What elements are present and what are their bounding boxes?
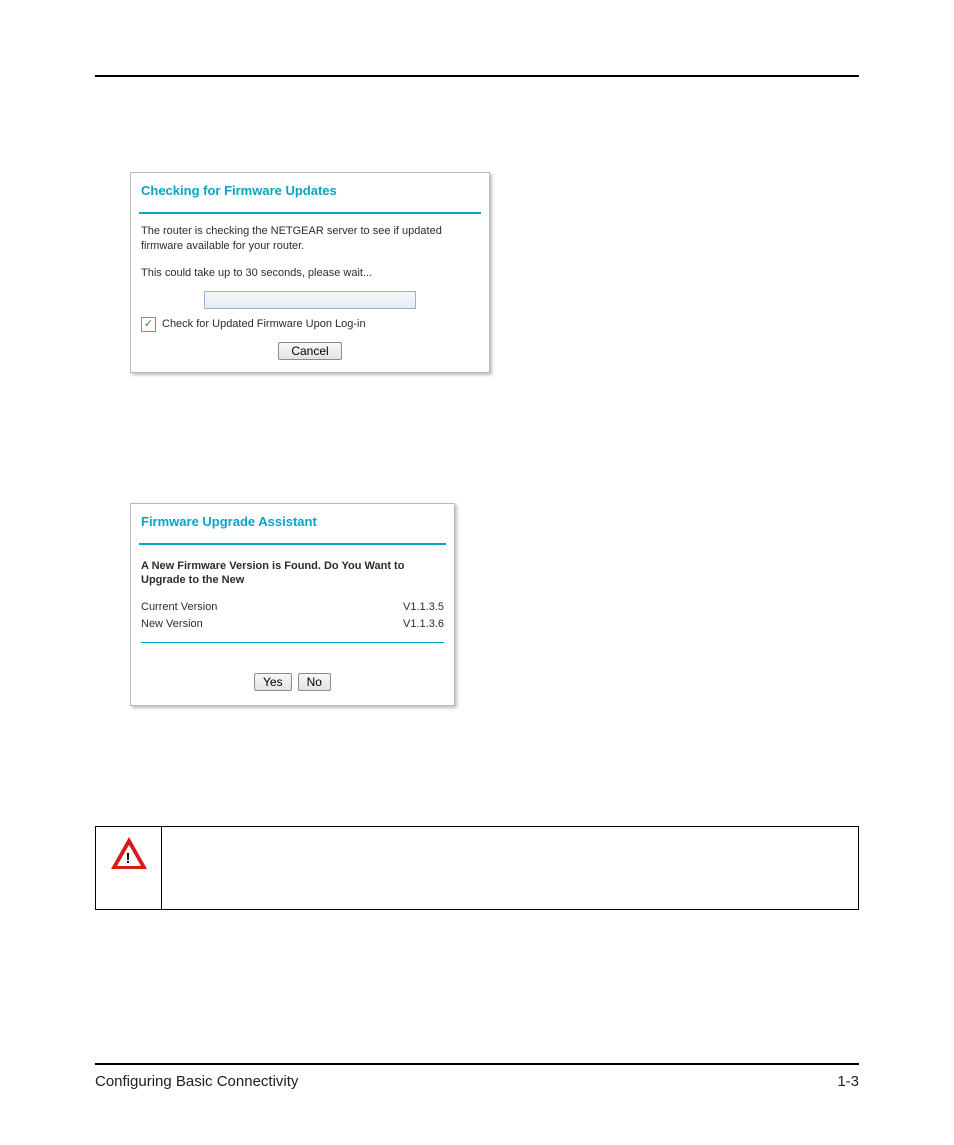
progress-bar <box>204 291 416 309</box>
checkbox-label: Check for Updated Firmware Upon Log-in <box>162 317 366 332</box>
panel-title: Checking for Firmware Updates <box>131 173 489 212</box>
top-rule <box>95 75 859 77</box>
current-version-label: Current Version <box>141 600 217 615</box>
page-footer: Configuring Basic Connectivity 1-3 <box>95 1063 859 1090</box>
yes-button[interactable]: Yes <box>254 673 292 691</box>
footer-page: 1-3 <box>837 1073 859 1090</box>
thin-separator <box>141 642 444 643</box>
upgrade-prompt: A New Firmware Version is Found. Do You … <box>141 555 444 601</box>
status-text-1: The router is checking the NETGEAR serve… <box>141 224 479 254</box>
new-version-value: V1.1.3.6 <box>403 617 444 632</box>
warning-text-cell <box>162 827 858 909</box>
warning-bang: ! <box>126 850 131 867</box>
status-text-2: This could take up to 30 seconds, please… <box>141 266 479 281</box>
check-updates-checkbox[interactable]: ✓ <box>141 317 156 332</box>
warning-box: ! <box>95 826 859 910</box>
checking-firmware-panel: Checking for Firmware Updates The router… <box>130 172 490 373</box>
no-button[interactable]: No <box>298 673 331 691</box>
cancel-button[interactable]: Cancel <box>278 342 341 360</box>
check-icon: ✓ <box>144 319 153 330</box>
footer-section: Configuring Basic Connectivity <box>95 1073 298 1090</box>
new-version-label: New Version <box>141 617 203 632</box>
warning-icon-cell: ! <box>96 827 162 909</box>
warning-icon: ! <box>111 837 147 869</box>
firmware-upgrade-panel: Firmware Upgrade Assistant A New Firmwar… <box>130 503 455 706</box>
footer-rule <box>95 1063 859 1065</box>
current-version-value: V1.1.3.5 <box>403 600 444 615</box>
panel-title: Firmware Upgrade Assistant <box>131 504 454 543</box>
